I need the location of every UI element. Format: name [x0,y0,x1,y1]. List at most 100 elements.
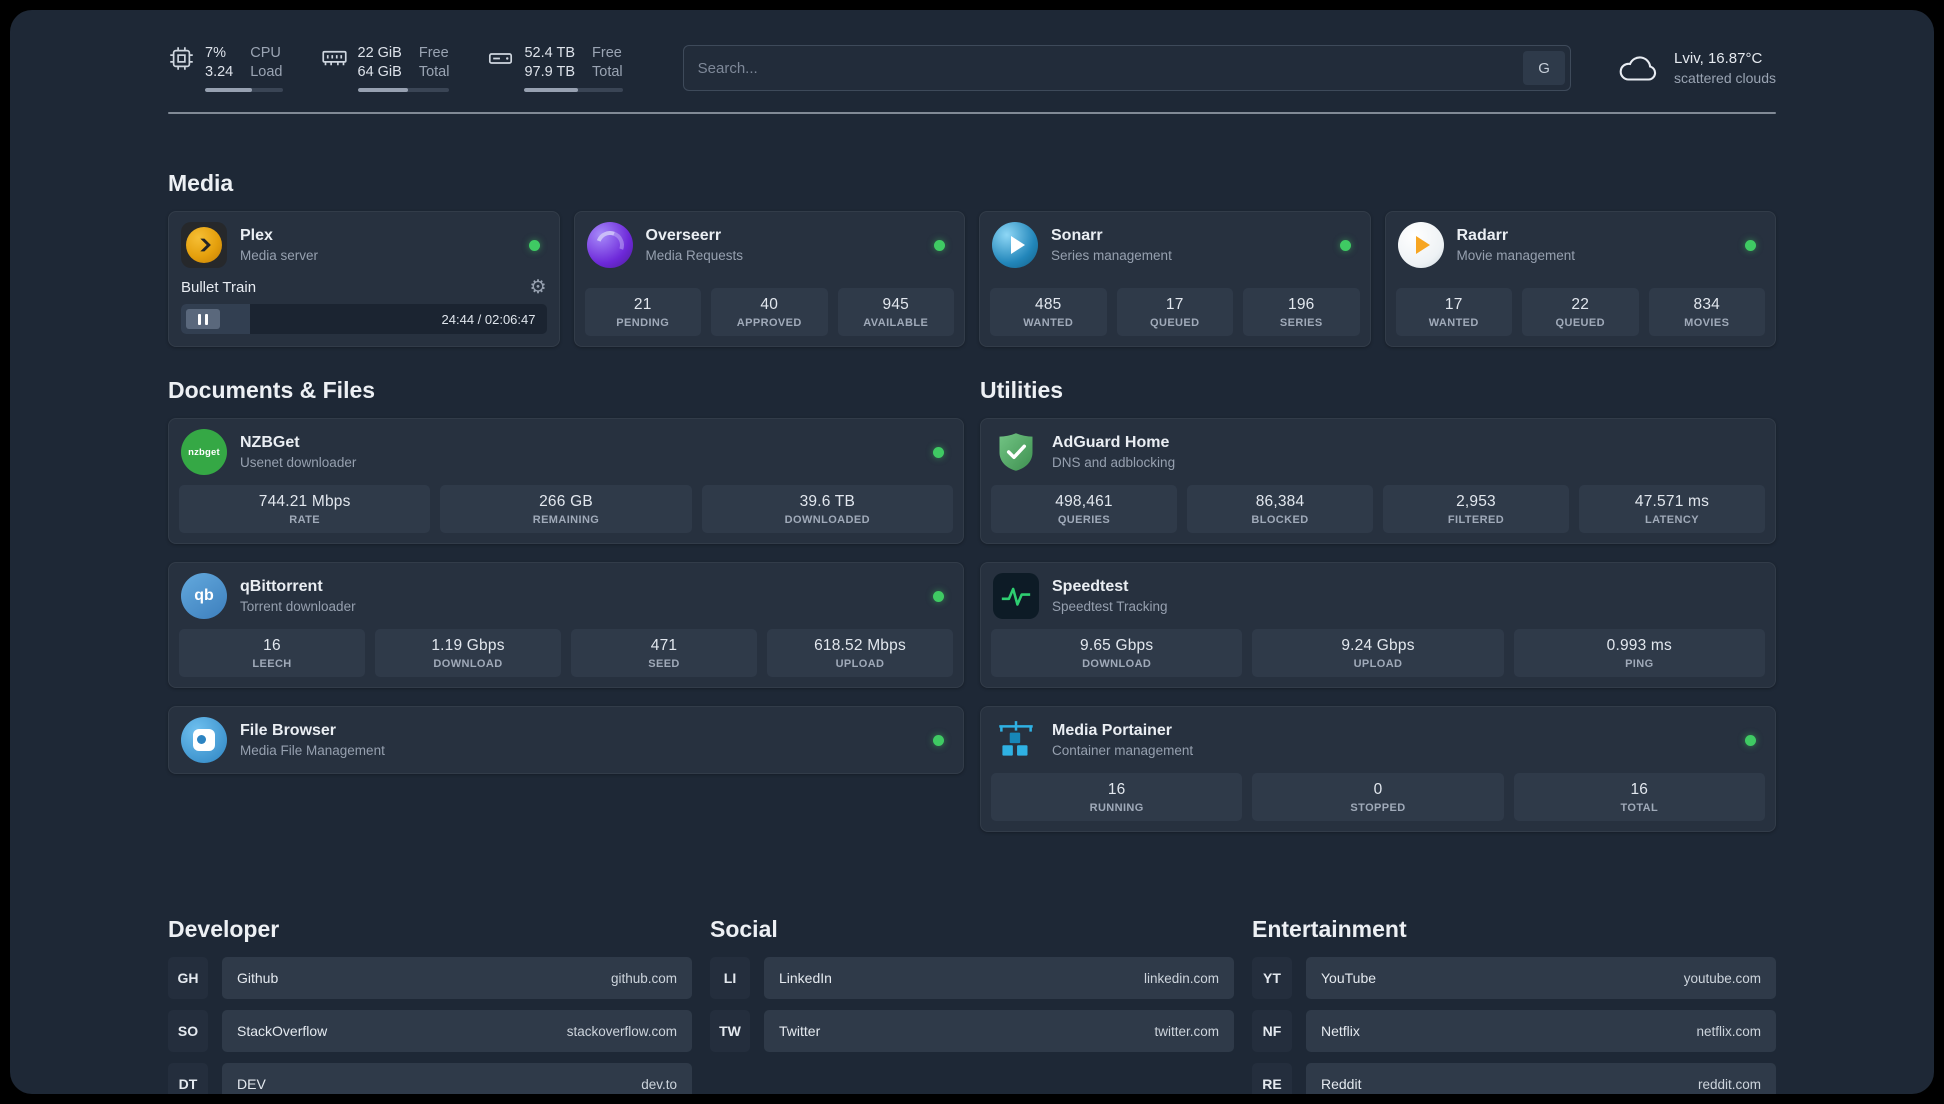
bookmark-reddit[interactable]: RE Reddit reddit.com [1252,1063,1776,1094]
qbittorrent-icon: qb [181,573,227,620]
bookmark-link[interactable]: Reddit reddit.com [1306,1063,1776,1094]
playback-progress-bar[interactable]: 24:44 / 02:06:47 [181,304,547,335]
bookmark-twitter[interactable]: TW Twitter twitter.com [710,1010,1234,1053]
bookmark-link[interactable]: DEV dev.to [222,1063,692,1094]
stat-tile: 196 SERIES [1243,288,1360,337]
stat-tile: 9.65 Gbps DOWNLOAD [991,629,1243,678]
app-desc: Speedtest Tracking [1052,598,1168,614]
bookmark-stackoverflow[interactable]: SO StackOverflow stackoverflow.com [168,1010,692,1053]
bookmark-github[interactable]: GH Github github.com [168,957,692,1000]
ram-progress-fill [357,88,409,93]
app-name: AdGuard Home [1052,433,1170,451]
app-name: Radarr [1456,226,1509,244]
cpu-progress-fill [205,88,252,93]
app-card-speedtest[interactable]: Speedtest Speedtest Tracking 9.65 Gbps D… [980,562,1776,689]
stat-tile: 16 LEECH [179,629,365,678]
bookmark-abbr: DT [168,1063,208,1094]
bookmark-link[interactable]: YouTube youtube.com [1306,957,1776,1000]
disk-total-label: Total [592,64,623,81]
bookmark-abbr: LI [710,957,750,1000]
bookmark-youtube[interactable]: YT YouTube youtube.com [1252,957,1776,1000]
search-provider-button[interactable]: G [1523,51,1566,86]
plex-now-playing: Bullet Train ⚙ 24:44 / 02:06:47 [169,278,559,346]
app-desc: Media File Management [240,742,385,758]
stat-tile: 945 AVAILABLE [837,288,954,337]
cpu-load-label: Load [250,64,283,81]
bookmark-link[interactable]: StackOverflow stackoverflow.com [222,1010,692,1053]
app-card-sonarr[interactable]: Sonarr Series management 485 WANTED 17 Q… [979,211,1371,348]
speedtest-icon [993,573,1039,620]
stat-tile: 266 GB REMAINING [440,485,692,534]
app-card-plex[interactable]: Plex Media server Bullet Train ⚙ 24:44 /… [168,211,560,348]
disk-free-value: 52.4 TB [524,45,576,61]
bookmark-link[interactable]: Github github.com [222,957,692,1000]
search-bar: G [682,45,1572,92]
gear-icon[interactable]: ⚙ [529,278,546,297]
status-indicator [1745,734,1756,746]
app-desc: Series management [1051,247,1172,263]
topbar: 7% 3.24 CPU Load 22 GiB 64 GiB Free Tota… [168,10,1776,93]
app-card-qbittorrent[interactable]: qb qBittorrent Torrent downloader 16 LEE… [168,562,964,689]
overseerr-icon [586,222,633,269]
section-title-social: Social [710,916,778,943]
bookmark-dev[interactable]: DT DEV dev.to [168,1063,692,1094]
search-input[interactable] [683,59,1524,77]
pause-button[interactable] [186,309,220,330]
stat-tile: 2,953 FILTERED [1383,485,1569,534]
bookmark-abbr: YT [1252,957,1292,1000]
app-card-filebrowser[interactable]: File Browser Media File Management [168,706,964,775]
bookmark-netflix[interactable]: NF Netflix netflix.com [1252,1010,1776,1053]
bookmark-linkedin[interactable]: LI LinkedIn linkedin.com [710,957,1234,1000]
stat-tile: 40 APPROVED [711,288,828,337]
app-card-adguard[interactable]: AdGuard Home DNS and adblocking 498,461 … [980,418,1776,545]
app-desc: Torrent downloader [240,598,356,614]
bookmark-link[interactable]: Twitter twitter.com [764,1010,1234,1053]
portainer-crane-icon [993,717,1039,763]
disk-total-value: 97.9 TB [524,64,576,81]
bookmark-abbr: TW [710,1010,750,1053]
bookmark-section-developer: Developer GH Github github.com SO StackO… [168,916,692,1094]
stat-tile: 17 QUEUED [1116,288,1233,337]
ram-free-label: Free [418,45,449,61]
stat-tile: 22 QUEUED [1522,288,1639,337]
app-desc: Media Requests [645,247,744,263]
status-indicator [528,239,540,251]
cpu-load-value: 3.24 [205,64,234,81]
stat-tile: 0.993 ms PING [1513,629,1765,678]
cpu-icon [170,47,193,70]
app-desc: DNS and adblocking [1052,454,1176,470]
dashboard-root: 7% 3.24 CPU Load 22 GiB 64 GiB Free Tota… [10,10,1934,1094]
section-title-developer: Developer [168,916,280,943]
playback-time: 24:44 / 02:06:47 [441,311,536,327]
app-card-overseerr[interactable]: Overseerr Media Requests 21 PENDING 40 A… [573,211,965,348]
status-indicator [1745,239,1756,251]
section-documents: Documents & Files nzbget NZBGet Usenet d… [168,377,964,850]
app-desc: Container management [1052,742,1194,758]
bookmark-section-entertainment: Entertainment YT YouTube youtube.com NF … [1252,916,1776,1094]
bookmark-link[interactable]: LinkedIn linkedin.com [764,957,1234,1000]
stat-tile: 1.19 Gbps DOWNLOAD [375,629,561,678]
ram-widget: 22 GiB 64 GiB Free Total [321,44,450,93]
now-playing-title: Bullet Train [181,279,257,297]
stat-tile: 834 MOVIES [1648,288,1765,337]
stat-tile: 39.6 TB DOWNLOADED [701,485,953,534]
stat-tile: 498,461 QUERIES [991,485,1177,534]
bookmark-abbr: GH [168,957,208,1000]
app-card-radarr[interactable]: Radarr Movie management 17 WANTED 22 QUE… [1384,211,1776,348]
app-name: Media Portainer [1052,721,1173,739]
section-title-documents: Documents & Files [168,377,376,404]
status-indicator [933,734,944,746]
bookmark-abbr: SO [168,1010,208,1053]
stat-tile: 485 WANTED [990,288,1107,337]
app-card-portainer[interactable]: Media Portainer Container management 16 … [980,706,1776,833]
bookmark-section-social: Social LI LinkedIn linkedin.com TW Twitt… [710,916,1234,1094]
app-name: NZBGet [240,433,300,451]
weather-location: Lviv, 16.87°C [1674,49,1763,67]
sonarr-icon [992,222,1038,269]
section-utilities: Utilities AdGuard Home DNS and adblockin… [980,377,1776,850]
status-indicator [1339,239,1351,251]
app-card-nzbget[interactable]: nzbget NZBGet Usenet downloader 744.21 M… [168,418,964,545]
bookmark-link[interactable]: Netflix netflix.com [1306,1010,1776,1053]
ram-free-value: 22 GiB [357,45,402,61]
stat-tile: 0 STOPPED [1252,773,1504,822]
